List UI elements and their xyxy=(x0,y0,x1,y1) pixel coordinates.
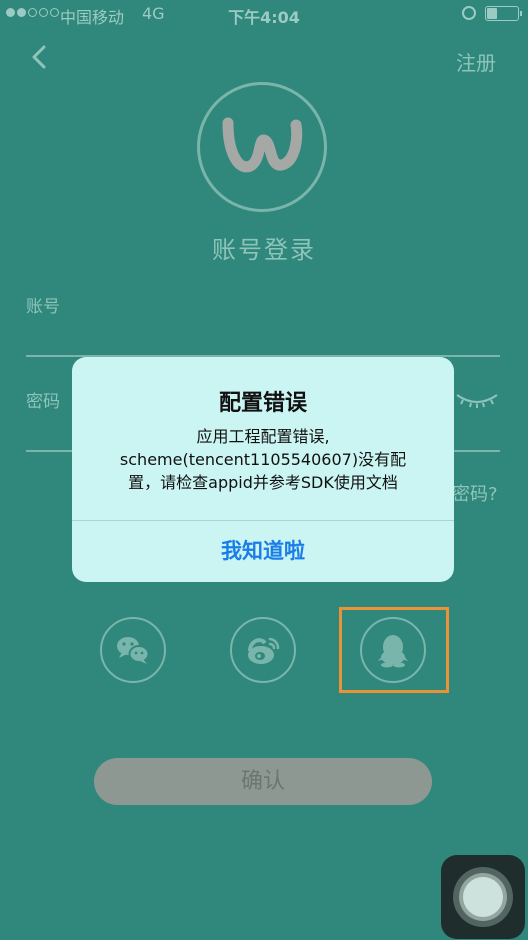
config-error-alert: 配置错误 应用工程配置错误, scheme(tencent1105540607)… xyxy=(72,357,454,582)
w-logo-icon xyxy=(222,117,303,173)
wechat-icon xyxy=(117,637,150,664)
confirm-button[interactable]: 确认 xyxy=(94,758,432,805)
highlight-box xyxy=(339,607,449,693)
password-label: 密码 xyxy=(26,392,60,412)
alert-message-line: 应用工程配置错误, xyxy=(196,427,330,446)
weibo-icon xyxy=(248,637,280,664)
assistive-touch-button[interactable] xyxy=(441,855,525,939)
alert-message-line: scheme(tencent1105540607)没有配 xyxy=(119,450,407,469)
register-link[interactable]: 注册 xyxy=(456,47,496,76)
alert-title: 配置错误 xyxy=(218,391,307,416)
account-label: 账号 xyxy=(26,297,60,317)
app-logo xyxy=(197,82,327,212)
forgot-password-link[interactable]: 密码? xyxy=(452,480,498,506)
alert-message-line: 置，请检查appid并参考SDK使用文档 xyxy=(128,473,398,492)
eye-closed-icon[interactable] xyxy=(455,391,499,409)
alarm-icon xyxy=(462,6,476,20)
alert-message: 应用工程配置错误, scheme(tencent1105540607)没有配 置… xyxy=(86,425,440,494)
status-bar: 中国移动 4G 下午4:04 xyxy=(0,0,528,28)
battery-icon xyxy=(485,6,522,21)
chevron-left-icon[interactable] xyxy=(26,42,56,72)
page-title: 账号登录 xyxy=(212,236,316,264)
wechat-login-button[interactable] xyxy=(100,617,166,683)
alert-ok-button[interactable]: 我知道啦 xyxy=(72,521,454,582)
weibo-login-button[interactable] xyxy=(230,617,296,683)
status-time: 下午4:04 xyxy=(228,8,300,27)
